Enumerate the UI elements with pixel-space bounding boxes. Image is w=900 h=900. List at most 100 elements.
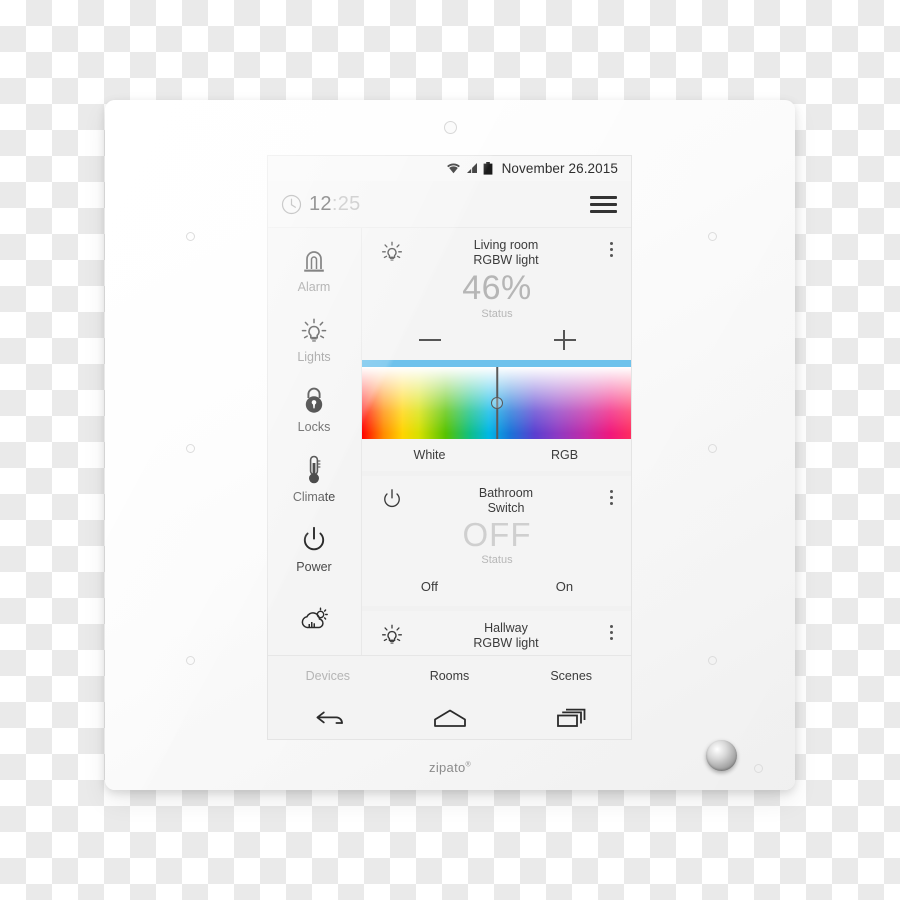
device-card-living-room[interactable]: Living room RGBW light 46% Status White … <box>362 228 632 471</box>
card-title-line2: Switch <box>487 500 525 515</box>
kebab-dot <box>609 254 613 257</box>
card-title-line2: RGBW light <box>473 636 539 651</box>
kebab-dot <box>609 501 613 505</box>
card-value: 48% <box>362 654 632 656</box>
tab-rooms[interactable]: Rooms <box>389 669 511 683</box>
panel-screw <box>186 656 195 665</box>
sidebar-item-label: Lights <box>297 349 331 364</box>
lightbulb-icon <box>372 621 412 647</box>
card-status-caption: Status <box>481 554 513 566</box>
kebab-dot <box>609 631 613 634</box>
card-header: Bathroom Switch <box>362 476 632 517</box>
sidebar-item-lights[interactable]: Lights <box>267 304 361 374</box>
status-bar: November 26.2015 <box>267 155 632 181</box>
switch-off-button[interactable]: Off <box>421 579 438 594</box>
kebab-dot <box>609 625 613 628</box>
decrease-brightness-button[interactable] <box>417 327 443 353</box>
status-date: November 26.2015 <box>501 160 618 176</box>
card-title: Living room RGBW light <box>412 238 600 269</box>
main-body: Alarm Lights Locks Climate Power Living … <box>267 228 632 655</box>
kebab-dot <box>609 242 613 245</box>
card-value: OFF <box>462 516 532 553</box>
clock-icon <box>281 194 302 214</box>
brand-logo: zipato® <box>0 760 900 775</box>
device-card-list: Living room RGBW light 46% Status White … <box>362 228 632 655</box>
lightbulb-icon <box>372 238 412 264</box>
switch-on-button[interactable]: On <box>556 579 573 594</box>
sidebar-item-alarm[interactable]: Alarm <box>267 234 361 304</box>
bottom-tab-bar: Devices Rooms Scenes <box>267 655 632 696</box>
panel-screw <box>708 656 717 665</box>
home-icon[interactable] <box>389 707 511 729</box>
app-header: 12:25 <box>267 181 632 228</box>
sidebar-item-label: Power <box>296 560 332 575</box>
time-hours: 12 <box>309 192 332 215</box>
kebab-dot <box>609 495 613 499</box>
kebab-dot <box>609 489 613 493</box>
padlock-icon <box>301 385 327 415</box>
panel-screw <box>186 232 195 241</box>
panel-screw <box>708 444 717 453</box>
tab-scenes[interactable]: Scenes <box>510 669 632 683</box>
color-mode-labels: White RGB <box>362 439 632 471</box>
card-header: Hallway RGBW light <box>362 611 632 652</box>
panel-screw <box>186 444 195 453</box>
weather-icon <box>299 602 329 632</box>
increase-brightness-button[interactable] <box>552 327 578 353</box>
card-value: 46% <box>462 268 532 307</box>
color-picker[interactable] <box>362 366 632 439</box>
hamburger-bar <box>590 195 617 199</box>
back-arrow-icon[interactable] <box>267 707 389 729</box>
card-title-line1: Hallway <box>484 621 528 635</box>
power-icon <box>300 525 328 555</box>
camera-dot-icon <box>444 121 457 134</box>
card-actions: Off On <box>362 566 632 606</box>
color-mode-rgb[interactable]: RGB <box>497 448 632 462</box>
siren-icon <box>301 245 327 275</box>
kebab-menu-icon[interactable] <box>600 486 622 505</box>
card-status: 48% Status <box>362 652 632 656</box>
sidebar-item-climate[interactable]: Climate <box>267 445 361 515</box>
sidebar-item-weather[interactable] <box>267 585 361 655</box>
current-time: 12:25 <box>309 193 361 216</box>
card-header: Living room RGBW light <box>362 228 632 269</box>
lightbulb-icon <box>300 315 328 345</box>
sidebar-item-locks[interactable]: Locks <box>267 374 361 444</box>
kebab-menu-icon[interactable] <box>600 238 622 257</box>
card-title-line2: RGBW light <box>473 253 539 268</box>
card-title: Bathroom Switch <box>412 486 600 517</box>
wifi-icon <box>446 163 460 174</box>
hamburger-menu-icon[interactable] <box>590 195 617 213</box>
device-card-hallway[interactable]: Hallway RGBW light 48% Status <box>362 611 632 655</box>
sidebar-item-label: Locks <box>297 419 331 434</box>
recent-apps-icon[interactable] <box>510 707 632 729</box>
card-status: OFF Status <box>362 516 632 566</box>
card-actions <box>362 320 632 360</box>
hamburger-bar <box>590 202 617 206</box>
panel-screw <box>708 232 717 241</box>
category-sidebar: Alarm Lights Locks Climate Power <box>267 228 362 655</box>
card-title-line1: Bathroom <box>478 485 534 500</box>
card-status-caption: Status <box>481 307 513 320</box>
card-title: Hallway RGBW light <box>412 621 600 652</box>
kebab-menu-icon[interactable] <box>600 621 622 640</box>
card-status: 46% Status <box>362 269 632 320</box>
color-mode-white[interactable]: White <box>362 448 497 462</box>
time-minutes: :25 <box>331 192 361 215</box>
signal-bars-icon <box>466 162 477 174</box>
clock-display: 12:25 <box>281 193 361 216</box>
sidebar-item-label: Alarm <box>297 279 331 294</box>
kebab-dot <box>609 248 613 251</box>
brightness-progress-bar[interactable] <box>362 359 632 367</box>
color-picker-knob[interactable] <box>491 396 503 409</box>
power-icon <box>372 486 412 511</box>
tablet-screen: November 26.2015 12:25 Alarm Lights Lock… <box>267 155 632 740</box>
brand-registered-mark: ® <box>465 761 471 769</box>
battery-icon <box>483 161 492 175</box>
screenshot-stage: zipato® November 26.2015 12:25 Alarm Lig… <box>0 0 900 900</box>
device-card-bathroom[interactable]: Bathroom Switch OFF Status Off On <box>362 475 632 606</box>
tab-devices[interactable]: Devices <box>267 669 389 683</box>
sidebar-item-power[interactable]: Power <box>267 515 361 585</box>
thermometer-icon <box>304 455 324 485</box>
sidebar-item-label: Climate <box>292 490 336 505</box>
